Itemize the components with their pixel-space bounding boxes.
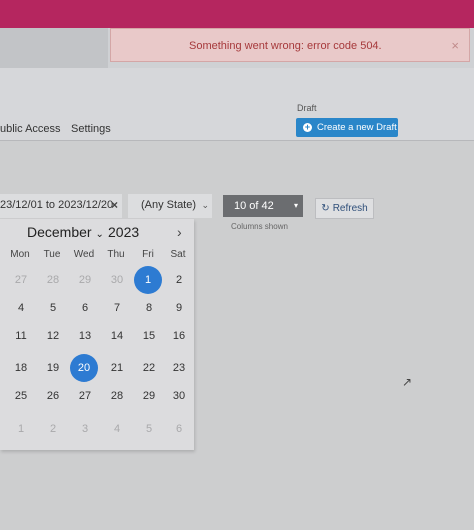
calendar-day[interactable]: 22 [136, 358, 162, 378]
calendar-day-selected[interactable]: 1 [134, 266, 162, 294]
date-picker-calendar: December ⌄ 2023 › Mon Tue Wed Thu Fri Sat 27 28… [0, 219, 194, 450]
create-draft-button[interactable]: + Create a new Draft [296, 118, 398, 137]
columns-select-value: 10 of 42 [234, 200, 274, 212]
calendar-day[interactable]: 5 [40, 298, 66, 318]
calendar-day[interactable]: 3 [72, 419, 98, 439]
refresh-icon: ↻ [321, 203, 330, 214]
calendar-day[interactable]: 5 [136, 419, 162, 439]
chevron-down-icon: ⌄ [201, 200, 209, 210]
calendar-day[interactable]: 4 [8, 298, 34, 318]
calendar-day[interactable]: 30 [166, 386, 192, 406]
calendar-day[interactable]: 1 [8, 419, 34, 439]
calendar-month: December [27, 224, 92, 240]
calendar-day[interactable]: 16 [166, 326, 192, 346]
calendar-day[interactable]: 21 [104, 358, 130, 378]
calendar-day[interactable]: 14 [104, 326, 130, 346]
calendar-day[interactable]: 9 [166, 298, 192, 318]
columns-select[interactable]: 10 of 42 ▾ [223, 195, 303, 217]
plus-circle-icon: + [303, 122, 312, 132]
next-month-icon[interactable]: › [177, 224, 182, 240]
calendar-day[interactable]: 8 [136, 298, 162, 318]
state-select[interactable]: (Any State) ⌄ [128, 194, 212, 218]
calendar-day[interactable]: 13 [72, 326, 98, 346]
tab-public-access[interactable]: ublic Access [0, 123, 61, 135]
calendar-day[interactable]: 15 [136, 326, 162, 346]
refresh-label: Refresh [332, 203, 368, 214]
error-alert: Something went wrong: error code 504. × [110, 28, 470, 62]
create-draft-label: Create a new Draft [317, 122, 397, 133]
chevron-down-icon: ⌄ [95, 229, 104, 240]
calendar-day[interactable]: 4 [104, 419, 130, 439]
state-select-value: (Any State) [141, 199, 197, 211]
calendar-day[interactable]: 2 [40, 419, 66, 439]
calendar-day[interactable]: 28 [104, 386, 130, 406]
calendar-day[interactable]: 29 [72, 270, 98, 290]
top-header-bar [0, 0, 474, 28]
nav-bar: ublic Access Settings [0, 68, 474, 140]
calendar-day[interactable]: 27 [8, 270, 34, 290]
sub-header-left-panel [0, 28, 108, 68]
clear-date-icon[interactable]: × [111, 198, 118, 212]
calendar-day[interactable]: 12 [40, 326, 66, 346]
calendar-day[interactable]: 11 [8, 326, 34, 346]
draft-label: Draft [297, 103, 317, 113]
calendar-day[interactable]: 7 [104, 298, 130, 318]
calendar-day-selected[interactable]: 20 [70, 354, 98, 382]
calendar-day[interactable]: 19 [40, 358, 66, 378]
date-range-value: 23/12/01 to 2023/12/20 [0, 199, 114, 211]
weekday-header: Sat [170, 249, 186, 260]
weekday-header: Wed [73, 249, 95, 260]
caret-down-icon: ▾ [293, 201, 298, 210]
weekday-header: Thu [107, 249, 125, 260]
calendar-day[interactable]: 6 [72, 298, 98, 318]
weekday-header: Fri [142, 249, 154, 260]
weekday-header: Mon [10, 249, 30, 260]
close-icon[interactable]: × [451, 38, 459, 53]
calendar-day[interactable]: 25 [8, 386, 34, 406]
date-range-input[interactable]: 23/12/01 to 2023/12/20 × [0, 194, 122, 218]
calendar-day[interactable]: 26 [40, 386, 66, 406]
calendar-month-select[interactable]: December ⌄ [27, 224, 104, 240]
tab-settings[interactable]: Settings [71, 123, 111, 135]
calendar-day[interactable]: 27 [72, 386, 98, 406]
calendar-day[interactable]: 18 [8, 358, 34, 378]
mouse-cursor-icon: ↗ [402, 375, 413, 389]
refresh-button[interactable]: ↻ Refresh [315, 198, 374, 219]
error-message: Something went wrong: error code 504. [189, 40, 382, 52]
weekday-header: Tue [43, 249, 61, 260]
calendar-day[interactable]: 2 [166, 270, 192, 290]
calendar-day[interactable]: 28 [40, 270, 66, 290]
calendar-day[interactable]: 6 [166, 419, 192, 439]
calendar-day[interactable]: 30 [104, 270, 130, 290]
calendar-year[interactable]: 2023 [108, 224, 139, 240]
columns-caption: Columns shown [231, 222, 288, 231]
calendar-day[interactable]: 23 [166, 358, 192, 378]
calendar-day[interactable]: 29 [136, 386, 162, 406]
